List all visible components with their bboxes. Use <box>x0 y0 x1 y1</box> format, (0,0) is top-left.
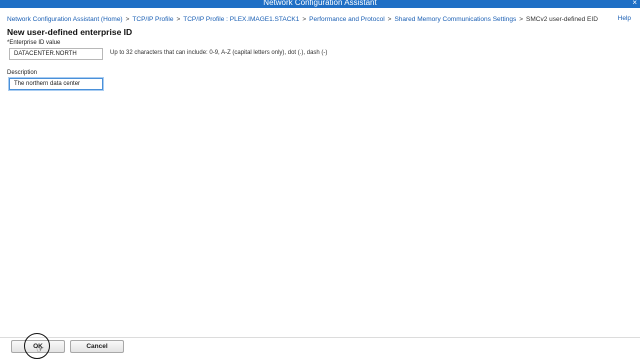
breadcrumb-smc-settings[interactable]: Shared Memory Communications Settings <box>394 16 516 23</box>
breadcrumb-separator: > <box>125 16 130 23</box>
hand-pointer-icon: ☞ <box>36 344 45 354</box>
page-title: New user-defined enterprise ID <box>7 27 133 37</box>
description-label: Description <box>7 70 38 76</box>
help-link[interactable]: Help <box>618 15 631 22</box>
breadcrumb-separator: > <box>176 16 181 23</box>
close-icon[interactable]: × <box>632 0 637 8</box>
breadcrumb-tcpip-profile-stack[interactable]: TCP/IP Profile : PLEX.IMAGE1.STACK1 <box>183 16 299 23</box>
window-title: Network Configuration Assistant <box>263 0 377 7</box>
breadcrumb-home[interactable]: Network Configuration Assistant (Home) <box>7 16 123 23</box>
breadcrumb-performance-protocol[interactable]: Performance and Protocol <box>309 16 385 23</box>
description-input[interactable]: The northern data center <box>9 78 103 90</box>
window-titlebar: Network Configuration Assistant × <box>0 0 640 8</box>
breadcrumb-separator: > <box>387 16 392 23</box>
breadcrumb: Network Configuration Assistant (Home) > T… <box>7 15 598 24</box>
eid-label: *Enterprise ID value <box>7 40 61 46</box>
eid-input[interactable]: DATACENTER.NORTH <box>9 48 103 60</box>
cancel-button[interactable]: Cancel <box>70 340 124 353</box>
footer-divider <box>0 337 640 338</box>
breadcrumb-current: SMCv2 user-defined EID <box>526 16 598 23</box>
eid-hint: Up to 32 characters that can include: 0-… <box>110 50 328 56</box>
breadcrumb-separator: > <box>302 16 307 23</box>
breadcrumb-separator: > <box>519 16 523 23</box>
breadcrumb-tcpip-profile[interactable]: TCP/IP Profile <box>132 16 173 23</box>
